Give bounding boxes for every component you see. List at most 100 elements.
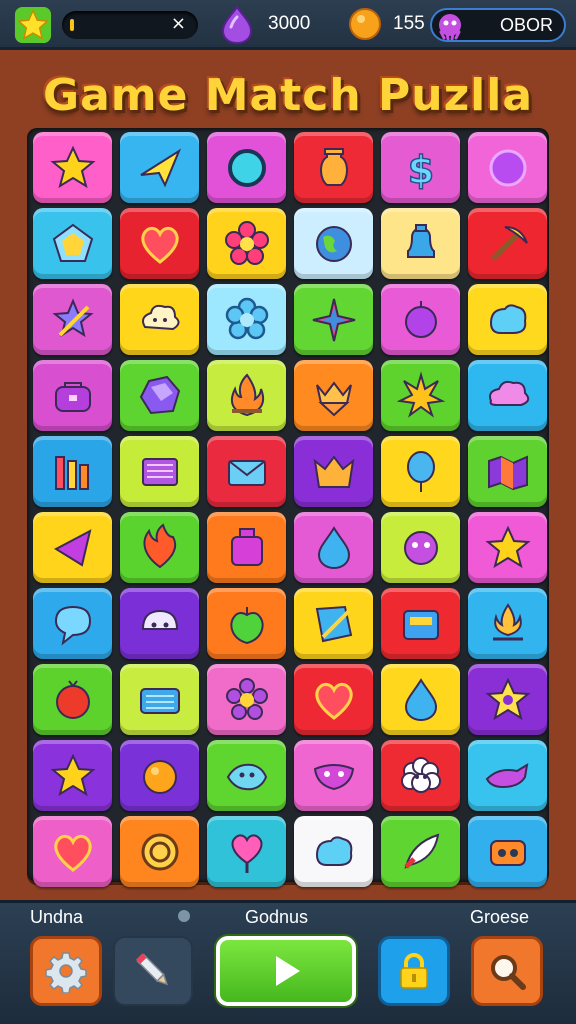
blob-icon — [489, 303, 526, 334]
game-board: Game Match Puzlla $ — [0, 50, 576, 900]
envelope-icon — [227, 459, 266, 486]
tile-27[interactable] — [207, 436, 286, 507]
tile-13[interactable] — [33, 284, 112, 355]
tile-60[interactable] — [468, 816, 547, 887]
tile-53[interactable] — [381, 740, 460, 811]
pencil-star-icon — [51, 297, 94, 337]
tile-59[interactable] — [381, 816, 460, 887]
feather-icon — [403, 833, 439, 869]
tile-58[interactable] — [294, 816, 373, 887]
drop-icon — [317, 525, 350, 569]
tile-7[interactable] — [33, 208, 112, 279]
tile-51[interactable] — [207, 740, 286, 811]
tile-3[interactable] — [207, 132, 286, 203]
tile-57[interactable] — [207, 816, 286, 887]
jar-icon — [230, 527, 263, 566]
level-field[interactable]: × — [62, 11, 198, 39]
settings-button[interactable] — [30, 936, 102, 1006]
tile-48[interactable] — [468, 664, 547, 735]
tile-30[interactable] — [468, 436, 547, 507]
tile-32[interactable] — [120, 512, 199, 583]
tile-28[interactable] — [294, 436, 373, 507]
play-icon — [276, 956, 300, 986]
tile-35[interactable] — [381, 512, 460, 583]
bubble-icon — [404, 300, 437, 338]
tile-12[interactable] — [468, 208, 547, 279]
tile-11[interactable] — [381, 208, 460, 279]
orb-icon — [489, 149, 526, 186]
game-title: Game Match Puzlla — [42, 70, 534, 121]
tile-5[interactable]: $ — [381, 132, 460, 203]
tile-6[interactable] — [468, 132, 547, 203]
tile-44[interactable] — [120, 664, 199, 735]
tile-17[interactable] — [381, 284, 460, 355]
tile-55[interactable] — [33, 816, 112, 887]
play-button[interactable] — [216, 936, 356, 1006]
tile-29[interactable] — [381, 436, 460, 507]
tile-36[interactable] — [468, 512, 547, 583]
pencil-button[interactable] — [113, 936, 193, 1006]
tile-19[interactable] — [33, 360, 112, 431]
tile-9[interactable] — [207, 208, 286, 279]
tile-26[interactable] — [120, 436, 199, 507]
tile-49[interactable] — [33, 740, 112, 811]
tile-41[interactable] — [381, 588, 460, 659]
tile-46[interactable] — [294, 664, 373, 735]
tile-56[interactable] — [120, 816, 199, 887]
undo-label: Undna — [30, 907, 84, 927]
tile-39[interactable] — [207, 588, 286, 659]
search-button[interactable] — [471, 936, 543, 1006]
tile-24[interactable] — [468, 360, 547, 431]
close-icon[interactable]: × — [171, 13, 186, 34]
tile-33[interactable] — [207, 512, 286, 583]
bars-icon — [54, 455, 89, 490]
tile-20[interactable] — [120, 360, 199, 431]
tile-45[interactable] — [207, 664, 286, 735]
tile-38[interactable] — [120, 588, 199, 659]
flower-icon — [224, 220, 269, 265]
flame-heart-icon — [142, 522, 176, 568]
tile-47[interactable] — [381, 664, 460, 735]
lock-icon — [400, 953, 428, 989]
paper-plane-icon — [139, 147, 181, 187]
tile-23[interactable] — [381, 360, 460, 431]
lollipop-icon — [231, 833, 262, 873]
tile-43[interactable] — [33, 664, 112, 735]
score-pill[interactable]: OBOR — [430, 8, 566, 42]
tile-8[interactable] — [120, 208, 199, 279]
tile-42[interactable] — [468, 588, 547, 659]
tile-54[interactable] — [468, 740, 547, 811]
tile-grid: $ — [33, 132, 547, 887]
tile-14[interactable] — [120, 284, 199, 355]
lock-button[interactable] — [378, 936, 450, 1006]
tile-4[interactable] — [294, 132, 373, 203]
heart-icon — [314, 682, 353, 720]
tile-1[interactable] — [33, 132, 112, 203]
tile-22[interactable] — [294, 360, 373, 431]
apple-icon — [229, 606, 264, 644]
octopus-icon — [439, 14, 461, 40]
tile-34[interactable] — [294, 512, 373, 583]
tile-21[interactable] — [207, 360, 286, 431]
tile-50[interactable] — [120, 740, 199, 811]
game-screen: × 3000 155 OBOR Game Match Puzlla $ Undn… — [0, 0, 576, 1024]
tile-31[interactable] — [33, 512, 112, 583]
tile-52[interactable] — [294, 740, 373, 811]
tile-37[interactable] — [33, 588, 112, 659]
star-icon[interactable] — [14, 6, 52, 44]
pencil-icon — [136, 953, 168, 986]
star-icon — [49, 753, 96, 796]
tile-15[interactable] — [207, 284, 286, 355]
tile-18[interactable] — [468, 284, 547, 355]
top-bar: × 3000 155 OBOR — [0, 0, 576, 50]
book-icon — [141, 457, 178, 486]
tile-40[interactable] — [294, 588, 373, 659]
globe-icon — [315, 225, 352, 262]
indicator-dot — [178, 910, 190, 922]
pickaxe-icon — [490, 225, 528, 261]
tile-2[interactable] — [120, 132, 199, 203]
robot-face-icon — [489, 839, 526, 866]
tile-10[interactable] — [294, 208, 373, 279]
tile-16[interactable] — [294, 284, 373, 355]
tile-25[interactable] — [33, 436, 112, 507]
